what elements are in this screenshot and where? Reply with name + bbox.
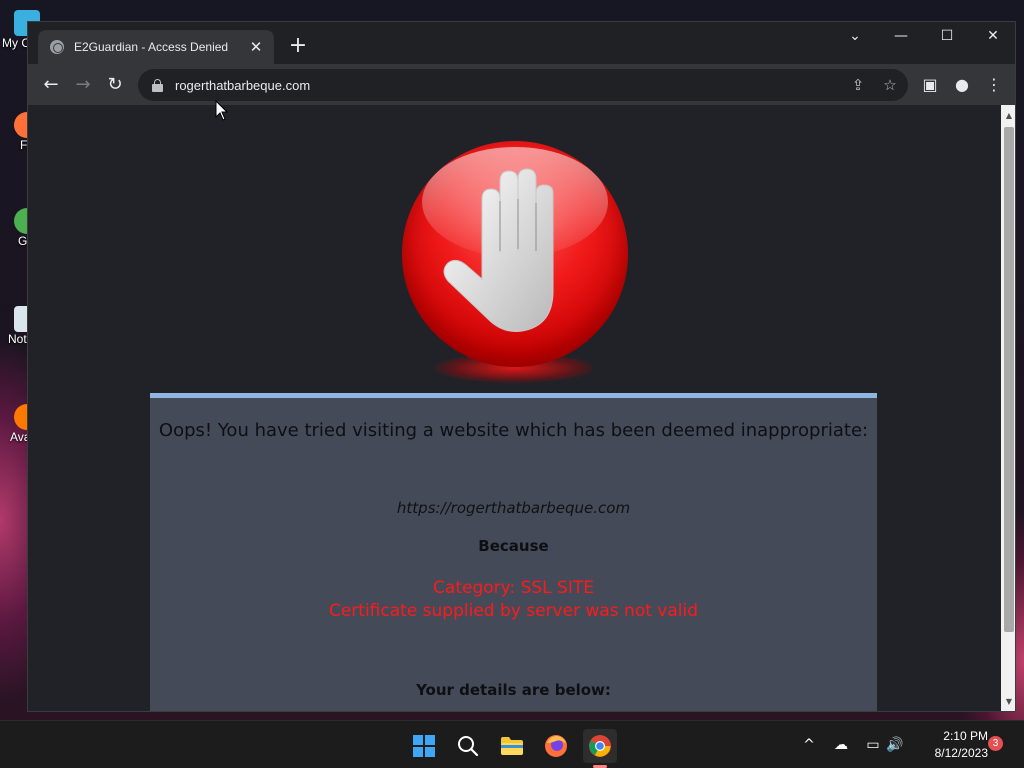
details-heading: Your details are below: [416, 681, 611, 699]
desktop-icon-label: G C [18, 234, 30, 248]
browser-toolbar: ← → ↻ rogerthatbarbeque.com ⇪ ☆ ▣ ● ⋮ [28, 64, 1015, 105]
scroll-down-icon[interactable]: ▼ [1001, 694, 1015, 710]
network-icon[interactable]: ▭ [862, 721, 884, 768]
maximize-button[interactable]: ☐ [924, 22, 970, 50]
new-tab-button[interactable]: + [286, 34, 310, 58]
clock-time: 2:10 PM [943, 729, 988, 743]
notification-badge[interactable]: 3 [988, 736, 1003, 751]
globe-icon [50, 40, 64, 54]
taskbar-search-button[interactable] [451, 729, 485, 763]
back-button[interactable]: ← [36, 70, 66, 100]
firefox-icon [545, 735, 567, 757]
taskbar: ^ ☁ ▭ 🔊 2:10 PM 8/12/2023 [0, 720, 1024, 768]
file-explorer-button[interactable] [495, 729, 529, 763]
volume-icon[interactable]: 🔊 [884, 721, 906, 768]
tab-access-denied[interactable]: E2Guardian - Access Denied ✕ [38, 30, 274, 64]
minimize-button[interactable]: — [878, 22, 924, 50]
reload-button[interactable]: ↻ [100, 70, 130, 100]
side-panel-icon[interactable]: ▣ [915, 70, 945, 100]
url-text[interactable]: rogerthatbarbeque.com [175, 78, 310, 93]
close-window-button[interactable]: ✕ [970, 22, 1015, 50]
clock-date: 8/12/2023 [934, 746, 988, 760]
chrome-taskbar-button[interactable] [583, 729, 617, 763]
tab-search-chevron-icon[interactable]: ⌄ [832, 22, 878, 50]
tab-title: E2Guardian - Access Denied [74, 40, 229, 54]
title-bar: E2Guardian - Access Denied ✕ + ⌄ — ☐ ✕ [28, 22, 1015, 64]
search-icon [458, 736, 479, 757]
scroll-up-icon[interactable]: ▲ [1001, 108, 1015, 124]
desktop-icon-label: Ava An [10, 430, 30, 444]
desktop-icon-label: F [20, 138, 28, 152]
onedrive-icon[interactable]: ☁ [830, 721, 852, 768]
page-scrollbar[interactable]: ▲ ▼ [1001, 105, 1015, 711]
browser-window: E2Guardian - Access Denied ✕ + ⌄ — ☐ ✕ ←… [27, 21, 1016, 712]
bookmark-star-icon[interactable]: ☆ [876, 69, 904, 101]
chrome-icon [589, 735, 611, 757]
show-hidden-icons-chevron-icon[interactable]: ^ [798, 721, 820, 768]
scroll-thumb[interactable] [1004, 127, 1014, 632]
profile-icon[interactable]: ● [947, 70, 977, 100]
block-category: Category: SSL SITE [433, 578, 594, 598]
folder-icon [501, 737, 523, 755]
desktop-icon-label: Not [8, 332, 27, 346]
because-label: Because [478, 537, 549, 555]
menu-icon[interactable]: ⋮ [979, 70, 1009, 100]
firefox-taskbar-button[interactable] [539, 729, 573, 763]
block-heading: Oops! You have tried visiting a website … [158, 420, 869, 441]
block-message-panel: Oops! You have tried visiting a website … [150, 393, 877, 711]
lock-icon[interactable] [152, 78, 163, 92]
stop-hand-icon [392, 139, 638, 399]
mouse-cursor-icon [215, 100, 229, 121]
close-tab-icon[interactable]: ✕ [248, 38, 264, 56]
address-bar[interactable]: rogerthatbarbeque.com ⇪ ☆ [138, 69, 908, 101]
forward-button[interactable]: → [68, 70, 98, 100]
taskbar-clock[interactable]: 2:10 PM 8/12/2023 [910, 728, 988, 762]
share-icon[interactable]: ⇪ [844, 69, 872, 101]
block-reason: Certificate supplied by server was not v… [328, 601, 699, 621]
start-button[interactable] [407, 729, 441, 763]
page-viewport: Oops! You have tried visiting a website … [28, 105, 1001, 711]
desktop-icon-label: My C [2, 36, 30, 50]
windows-start-icon [413, 735, 435, 757]
blocked-url: https://rogerthatbarbeque.com [396, 499, 631, 517]
